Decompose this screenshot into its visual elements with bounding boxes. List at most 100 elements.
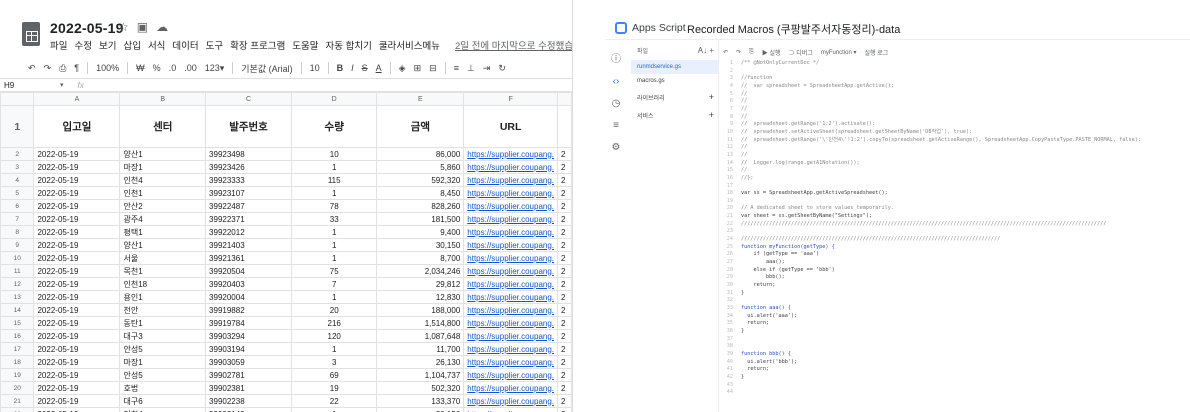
amount-cell[interactable]: 1,514,800 xyxy=(376,316,465,330)
center-cell[interactable]: 인천1 xyxy=(119,186,207,200)
center-cell[interactable]: 대구3 xyxy=(119,329,207,343)
code-line[interactable]: 37 xyxy=(723,336,1190,344)
qty-cell[interactable]: 1 xyxy=(290,251,378,265)
code-line[interactable]: 32 xyxy=(723,297,1190,305)
date-cell[interactable]: 2022-05-19 xyxy=(33,173,121,187)
qty-cell[interactable]: 7 xyxy=(290,277,378,291)
date-cell[interactable]: 2022-05-19 xyxy=(33,368,121,382)
qty-cell[interactable]: 115 xyxy=(290,173,378,187)
valign-icon[interactable]: ⊥ xyxy=(467,63,475,74)
po-cell[interactable]: 39902238 xyxy=(205,394,292,408)
cell[interactable]: 2 xyxy=(557,342,572,356)
url-link[interactable]: https://supplier.coupang. xyxy=(463,173,559,187)
cell[interactable]: 2 xyxy=(557,225,572,239)
code-line[interactable]: 39 function bbb() { xyxy=(723,351,1190,359)
column-header[interactable]: C xyxy=(205,92,292,106)
amount-cell[interactable]: 502,320 xyxy=(376,381,465,395)
settings-gear-icon[interactable]: ⚙ xyxy=(612,142,621,153)
po-cell[interactable]: 39903294 xyxy=(205,329,292,343)
row-number[interactable]: 21 xyxy=(0,394,35,408)
header-cell[interactable]: URL xyxy=(463,105,559,148)
qty-cell[interactable]: 78 xyxy=(290,199,378,213)
cell[interactable]: 2 xyxy=(557,173,572,187)
date-cell[interactable]: 2022-05-19 xyxy=(33,303,121,317)
undo-icon[interactable]: ↶ xyxy=(28,63,36,74)
debug-button[interactable]: ⊃ 디버그 xyxy=(789,48,813,57)
row-number[interactable]: 15 xyxy=(0,316,35,330)
header-cell[interactable]: 센터 xyxy=(119,105,207,148)
date-cell[interactable]: 2022-05-19 xyxy=(33,264,121,278)
date-cell[interactable]: 2022-05-19 xyxy=(33,342,121,356)
last-edit-link[interactable]: 2일 전에 마지막으로 수정했습니다. xyxy=(455,38,572,52)
text-color-icon[interactable]: A xyxy=(376,63,382,73)
code-line[interactable]: 22 //////////////////////////////////////… xyxy=(723,221,1190,229)
amount-cell[interactable]: 86,000 xyxy=(376,147,465,161)
header-cell[interactable]: 수량 xyxy=(290,105,378,148)
code-line[interactable]: 15 // xyxy=(723,167,1190,175)
row-number[interactable]: 9 xyxy=(0,238,35,252)
amount-cell[interactable]: 2,034,246 xyxy=(376,264,465,278)
row-number[interactable]: 11 xyxy=(0,264,35,278)
center-cell[interactable]: 인천18 xyxy=(119,277,207,291)
cell[interactable]: 2 xyxy=(557,147,572,161)
code-line[interactable]: 27 aaa(); xyxy=(723,259,1190,267)
url-link[interactable]: https://supplier.coupang. xyxy=(463,407,559,412)
date-cell[interactable]: 2022-05-19 xyxy=(33,381,121,395)
qty-cell[interactable]: 1 xyxy=(290,225,378,239)
code-line[interactable]: 23 xyxy=(723,228,1190,236)
row-number[interactable]: 8 xyxy=(0,225,35,239)
document-title[interactable]: 2022-05-19 xyxy=(50,20,124,36)
center-cell[interactable]: 안성5 xyxy=(119,368,207,382)
column-header[interactable]: B xyxy=(119,92,207,106)
row-number[interactable]: 12 xyxy=(0,277,35,291)
amount-cell[interactable]: 11,700 xyxy=(376,342,465,356)
row-number[interactable]: 14 xyxy=(0,303,35,317)
cell[interactable]: 2 xyxy=(557,329,572,343)
code-line[interactable]: 19 xyxy=(723,198,1190,206)
url-link[interactable]: https://supplier.coupang. xyxy=(463,251,559,265)
url-link[interactable]: https://supplier.coupang. xyxy=(463,147,559,161)
amount-cell[interactable]: 592,320 xyxy=(376,173,465,187)
url-link[interactable]: https://supplier.coupang. xyxy=(463,355,559,369)
rotate-icon[interactable]: ↻ xyxy=(498,63,506,74)
url-link[interactable]: https://supplier.coupang. xyxy=(463,212,559,226)
executions-icon[interactable]: ≡ xyxy=(613,120,619,131)
move-folder-icon[interactable]: ▣ xyxy=(137,20,148,34)
code-line[interactable]: 13 // xyxy=(723,152,1190,160)
percent-button[interactable]: % xyxy=(153,63,161,73)
po-cell[interactable]: 39902781 xyxy=(205,368,292,382)
url-link[interactable]: https://supplier.coupang. xyxy=(463,277,559,291)
date-cell[interactable]: 2022-05-19 xyxy=(33,394,121,408)
date-cell[interactable]: 2022-05-19 xyxy=(33,147,121,161)
code-line[interactable]: 44 xyxy=(723,389,1190,397)
date-cell[interactable]: 2022-05-19 xyxy=(33,251,121,265)
number-format-select[interactable]: 123▾ xyxy=(205,63,225,74)
url-link[interactable]: https://supplier.coupang. xyxy=(463,199,559,213)
code-line[interactable]: 14 // Logger.log(range.getA1Notation()); xyxy=(723,160,1190,168)
align-icon[interactable]: ≡ xyxy=(454,63,459,73)
header-cell[interactable]: 발주번호 xyxy=(205,105,292,148)
code-line[interactable]: 20 // A dedicated sheet to store values t… xyxy=(723,205,1190,213)
fill-color-icon[interactable]: ◈ xyxy=(399,63,406,74)
project-title[interactable]: Recorded Macros (쿠팡발주서자동정리)-data xyxy=(687,21,900,37)
currency-button[interactable]: ₩ xyxy=(136,63,145,73)
amount-cell[interactable]: 30,150 xyxy=(376,407,465,412)
redo-icon[interactable]: ↷ xyxy=(736,49,741,56)
center-cell[interactable]: 호법 xyxy=(119,381,207,395)
qty-cell[interactable]: 33 xyxy=(290,212,378,226)
cell[interactable]: 2 xyxy=(557,316,572,330)
code-line[interactable]: 24 //////////////////////////////////////… xyxy=(723,236,1190,244)
row-number[interactable]: 4 xyxy=(0,173,35,187)
wrap-icon[interactable]: ⇥ xyxy=(483,63,491,74)
url-link[interactable]: https://supplier.coupang. xyxy=(463,238,559,252)
code-line[interactable]: 43 xyxy=(723,382,1190,390)
cell[interactable]: 2 xyxy=(557,407,572,412)
row-number[interactable]: 18 xyxy=(0,355,35,369)
code-line[interactable]: 10 // spreadsheet.setActiveSheet(spreadsh… xyxy=(723,129,1190,137)
code-line[interactable]: 38 xyxy=(723,343,1190,351)
column-header[interactable]: A xyxy=(33,92,121,106)
cell[interactable]: 2 xyxy=(557,368,572,382)
center-cell[interactable]: 인천4 xyxy=(119,407,207,412)
file-item[interactable]: runmdservice.gs xyxy=(631,60,718,74)
center-cell[interactable]: 대구6 xyxy=(119,394,207,408)
